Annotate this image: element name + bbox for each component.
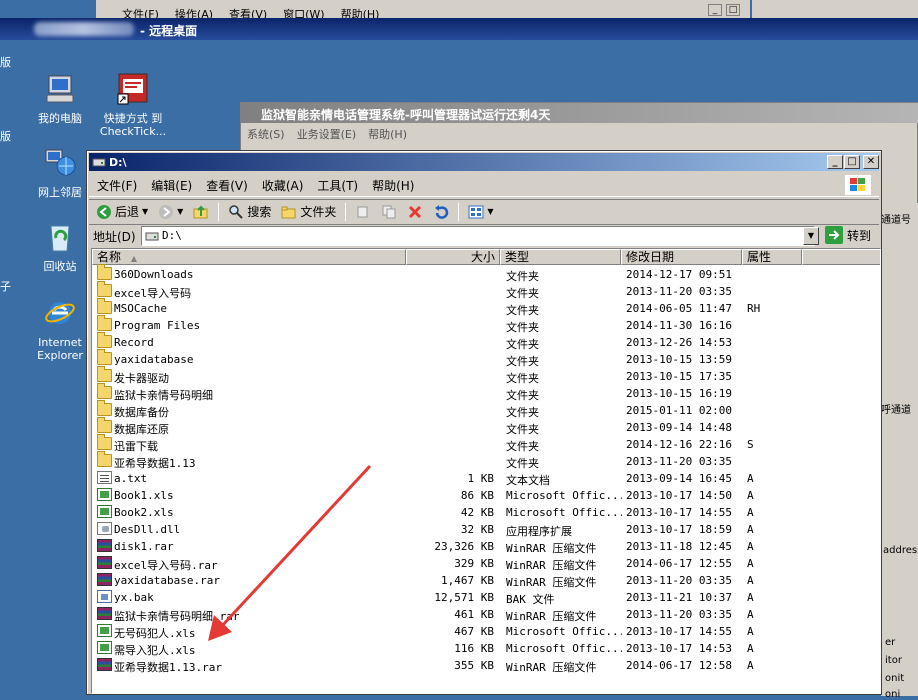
annotation-arrow xyxy=(208,464,372,641)
